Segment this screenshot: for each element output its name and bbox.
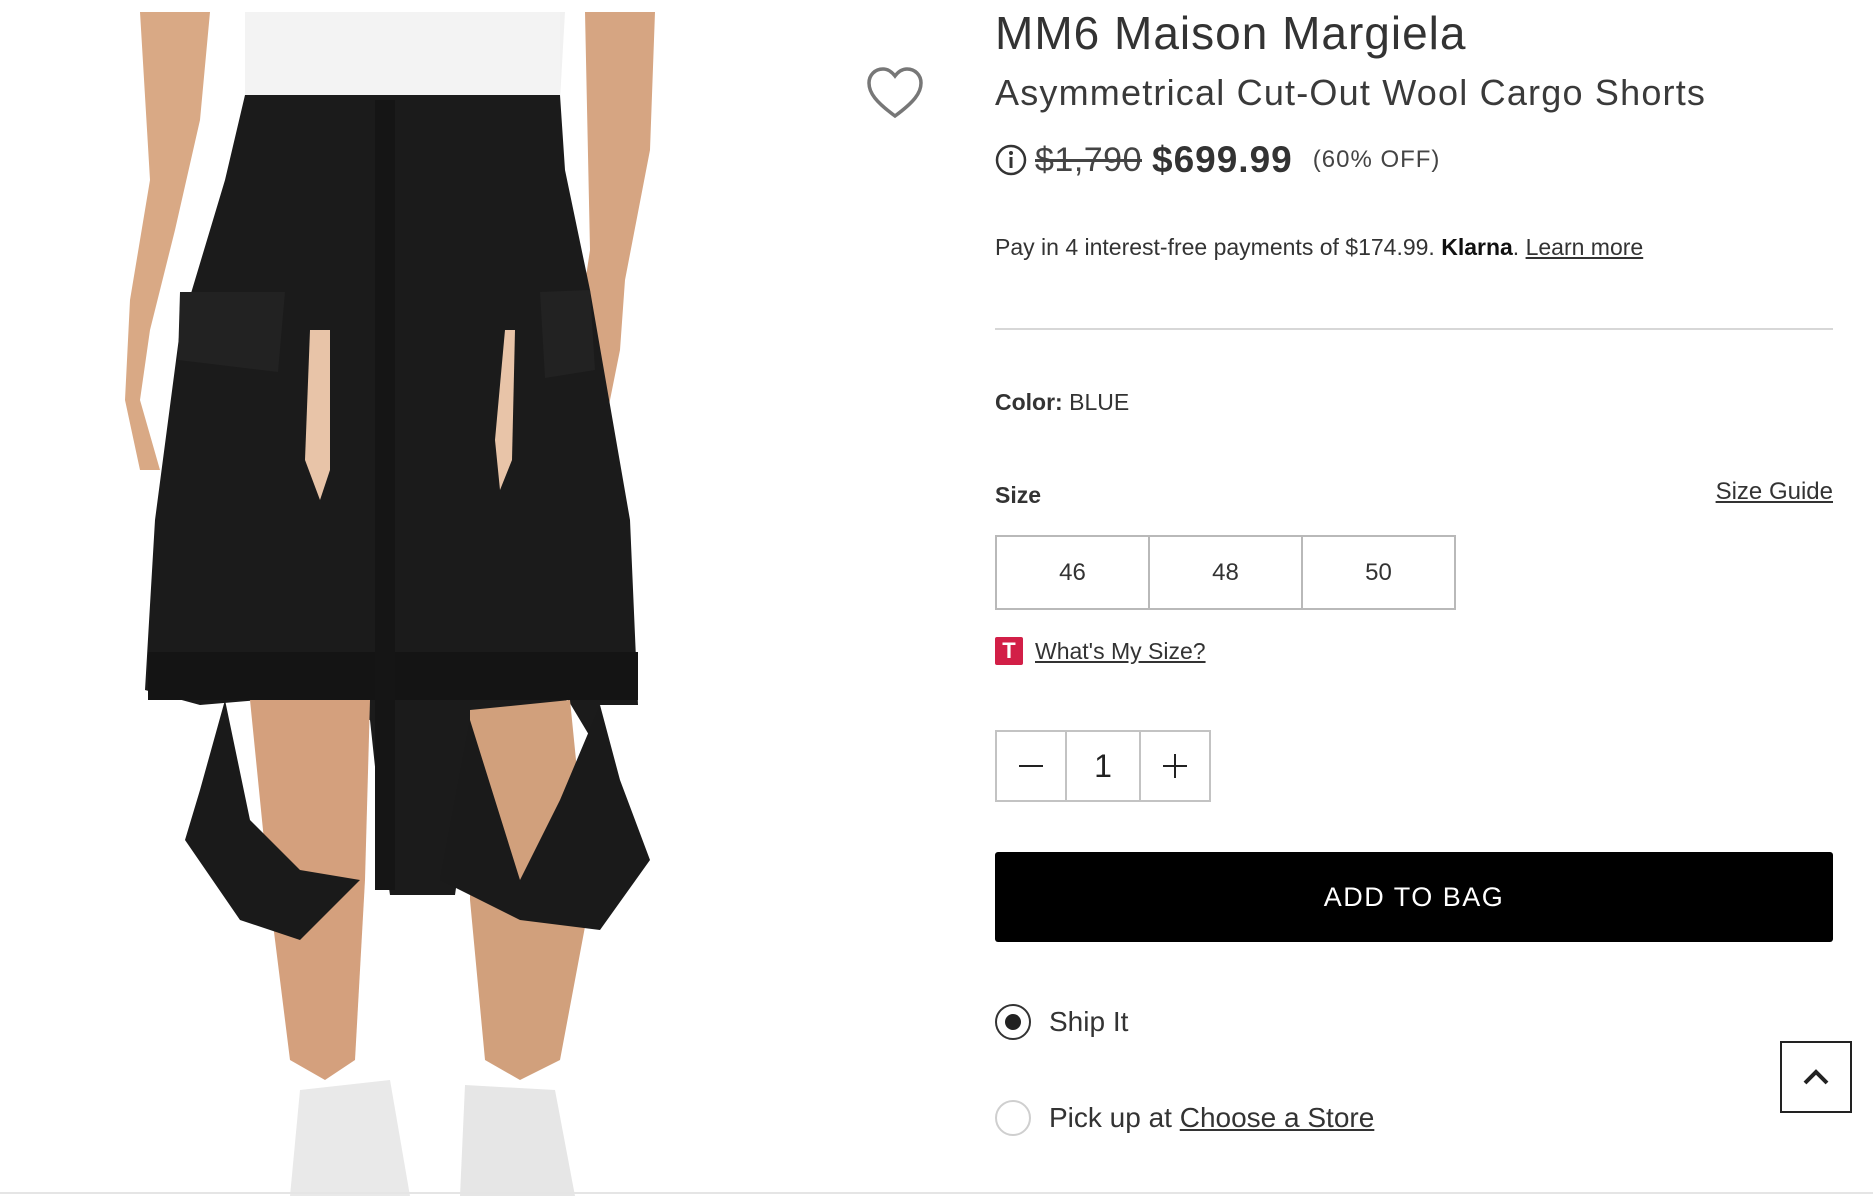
sale-price: $699.99 (1152, 139, 1293, 180)
fit-finder: T What's My Size? (995, 637, 1206, 665)
ship-it-radio[interactable] (995, 1004, 1031, 1040)
chevron-up-icon (1803, 1069, 1829, 1085)
fit-finder-icon: T (995, 637, 1023, 665)
ship-it-label: Ship It (1049, 1006, 1129, 1037)
info-icon[interactable] (995, 144, 1027, 176)
original-price: $1,790 (1035, 140, 1142, 179)
ship-it-option[interactable]: Ship It (995, 1004, 1128, 1040)
pickup-option[interactable]: Pick up at Choose a Store (995, 1100, 1374, 1136)
size-guide-link[interactable]: Size Guide (1716, 478, 1833, 506)
divider (0, 1192, 1873, 1194)
size-options: 46 48 50 (995, 535, 1456, 610)
decrease-quantity-button[interactable] (995, 730, 1067, 802)
product-image[interactable] (0, 0, 860, 1196)
add-to-bag-button[interactable]: ADD TO BAG (995, 852, 1833, 942)
klarna-text: Pay in 4 interest-free payments of $174.… (995, 234, 1435, 260)
choose-store-link[interactable]: Choose a Store (1180, 1102, 1375, 1134)
price-row: $1,790 $699.99 (60% OFF) (995, 138, 1440, 182)
klarna-learn-more-link[interactable]: Learn more (1526, 234, 1644, 260)
klarna-payment-info: Pay in 4 interest-free payments of $174.… (995, 234, 1643, 261)
klarna-period: . (1512, 234, 1520, 260)
whats-my-size-link[interactable]: What's My Size? (1035, 638, 1206, 665)
size-option-46[interactable]: 46 (995, 535, 1150, 610)
color-label: Color: (995, 389, 1063, 415)
quantity-stepper: 1 (995, 730, 1211, 802)
minus-icon (1019, 765, 1043, 767)
color-selection: Color: BLUE (995, 389, 1129, 416)
quantity-value[interactable]: 1 (1067, 730, 1139, 802)
brand-name[interactable]: MM6 Maison Margiela (995, 6, 1466, 60)
product-title: Asymmetrical Cut-Out Wool Cargo Shorts (995, 72, 1707, 113)
size-option-48[interactable]: 48 (1148, 535, 1303, 610)
plus-icon (1163, 754, 1187, 778)
pickup-radio[interactable] (995, 1100, 1031, 1136)
color-value: BLUE (1069, 389, 1130, 415)
size-option-50[interactable]: 50 (1301, 535, 1456, 610)
wishlist-heart-icon[interactable] (866, 66, 924, 120)
size-label: Size (995, 482, 1042, 508)
divider (995, 328, 1833, 330)
pickup-label: Pick up at (1049, 1102, 1172, 1133)
discount-label: (60% OFF) (1312, 146, 1441, 173)
klarna-brand: Klarna (1441, 234, 1513, 260)
back-to-top-button[interactable] (1780, 1041, 1852, 1113)
increase-quantity-button[interactable] (1139, 730, 1211, 802)
